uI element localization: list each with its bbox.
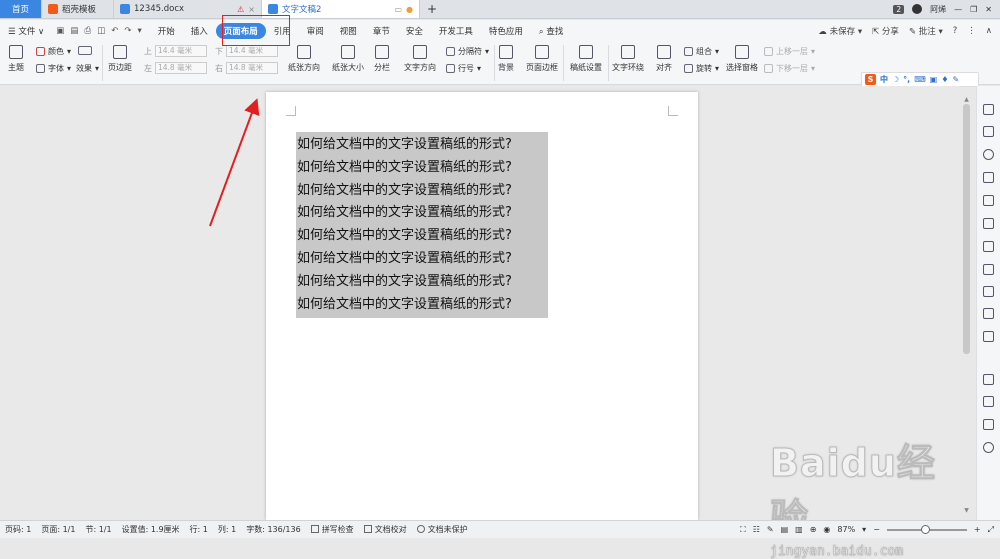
read-view-icon[interactable]: ▥ — [795, 525, 803, 534]
zoom-slider-knob[interactable] — [920, 524, 930, 534]
status-page[interactable]: 页码: 1 — [0, 524, 36, 535]
web-view-icon[interactable]: ⊕ — [810, 525, 817, 534]
zoom-in-icon[interactable]: + — [974, 525, 981, 534]
status-section[interactable]: 节: 1/1 — [80, 524, 116, 535]
proofread-button[interactable]: 文档校对 — [359, 524, 412, 535]
baidu-watermark: Baidu经验 jingyan.baidu.com — [770, 432, 970, 559]
protect-button[interactable]: 文档未保护 — [412, 524, 473, 535]
edit-mode-icon[interactable]: ✎ — [767, 525, 774, 534]
proofread-label: 文档校对 — [374, 525, 407, 534]
eye-protect-icon[interactable]: ◉ — [823, 525, 830, 534]
zoom-slider[interactable] — [886, 524, 967, 534]
status-words[interactable]: 字数: 136/136 — [241, 524, 305, 535]
zoom-out-icon[interactable]: − — [873, 525, 880, 534]
outline-icon[interactable]: ☷ — [753, 525, 760, 534]
spell-check-icon — [310, 525, 319, 533]
protect-label: 文档未保护 — [427, 525, 468, 534]
status-col[interactable]: 列: 1 — [213, 524, 241, 535]
status-right: ⛶ ☷ ✎ ▤ ▥ ⊕ ◉ 87% ▾ − + ⤢ — [740, 524, 1000, 535]
status-pages[interactable]: 页面: 1/1 — [36, 524, 80, 535]
fit-page-icon[interactable]: ⤢ — [988, 525, 994, 535]
watermark-url: jingyan.baidu.com — [770, 544, 904, 559]
status-bar: 页码: 1 页面: 1/1 节: 1/1 设置值: 1.9厘米 行: 1 列: … — [0, 520, 1000, 538]
status-setting[interactable]: 设置值: 1.9厘米 — [117, 524, 185, 535]
status-row[interactable]: 行: 1 — [185, 524, 213, 535]
spell-check-button[interactable]: 拼写检查 — [306, 524, 359, 535]
zoom-dropdown-icon[interactable]: ▾ — [862, 525, 866, 534]
spell-check-label: 拼写检查 — [321, 525, 354, 534]
shield-icon — [416, 525, 425, 533]
proofread-icon — [363, 525, 372, 533]
page-view-icon[interactable]: ▤ — [781, 525, 789, 534]
fullscreen-icon[interactable]: ⛶ — [740, 525, 746, 535]
zoom-level[interactable]: 87% — [837, 525, 855, 534]
